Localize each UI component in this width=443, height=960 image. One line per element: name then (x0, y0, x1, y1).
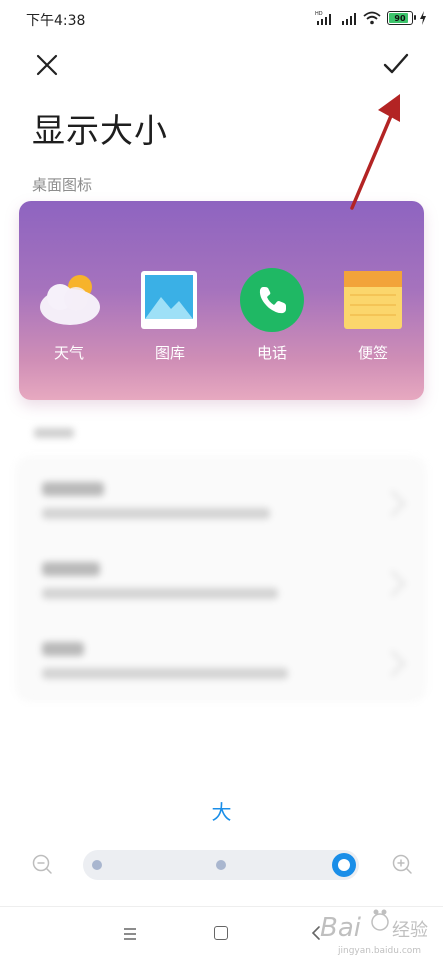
hd-signal-icon: HD (315, 11, 331, 25)
close-button[interactable] (30, 48, 64, 82)
baidu-watermark: Bai 经验 jingyan.baidu.com (318, 902, 438, 956)
confirm-button[interactable] (378, 46, 414, 82)
slider-step-small[interactable] (92, 860, 102, 870)
nav-menu-button[interactable] (122, 926, 138, 940)
zoom-in-button[interactable] (391, 853, 413, 875)
app-phone: 电话 (232, 267, 312, 363)
app-weather: 天气 (29, 267, 109, 363)
checkmark-icon (383, 53, 409, 74)
app-notes: 便签 (333, 267, 413, 363)
app-label-phone: 电话 (256, 344, 287, 362)
close-icon (36, 54, 58, 76)
app-gallery: 图库 (130, 267, 210, 363)
app-label-gallery: 图库 (154, 344, 185, 362)
app-label-weather: 天气 (53, 344, 84, 362)
zoom-out-button[interactable] (31, 853, 53, 875)
gallery-icon (137, 267, 203, 333)
annotation-arrow (350, 94, 400, 210)
svg-text:HD: HD (315, 11, 323, 17)
svg-text:经验: 经验 (392, 920, 428, 941)
slider-step-medium[interactable] (216, 860, 226, 870)
icon-preview-card: 天气 图库 电话 便签 (19, 201, 424, 400)
status-time: 下午4:38 (26, 13, 86, 29)
wifi-icon (363, 11, 381, 25)
app-label-notes: 便签 (357, 344, 388, 362)
svg-text:Bai: Bai (320, 913, 362, 943)
zoom-in-icon (392, 854, 412, 874)
size-slider[interactable] (83, 850, 359, 880)
menu-icon (124, 928, 136, 940)
slider-thumb[interactable] (332, 853, 356, 877)
status-icons: HD 90 (315, 9, 427, 27)
section-label-desktop-icons: 桌面图标 (32, 176, 93, 194)
size-level-label: 大 (211, 800, 232, 824)
page-title: 显示大小 (32, 111, 168, 150)
weather-icon (36, 267, 102, 333)
battery-level: 90 (394, 13, 406, 23)
phone-icon (239, 267, 305, 333)
signal-icon (342, 13, 356, 25)
battery-icon: 90 (387, 11, 416, 25)
notes-icon (340, 267, 406, 333)
zoom-out-icon (32, 854, 52, 874)
watermark-url: jingyan.baidu.com (338, 946, 422, 956)
charging-icon (420, 11, 426, 25)
home-icon[interactable] (214, 926, 228, 940)
blurred-settings-preview (18, 408, 424, 708)
